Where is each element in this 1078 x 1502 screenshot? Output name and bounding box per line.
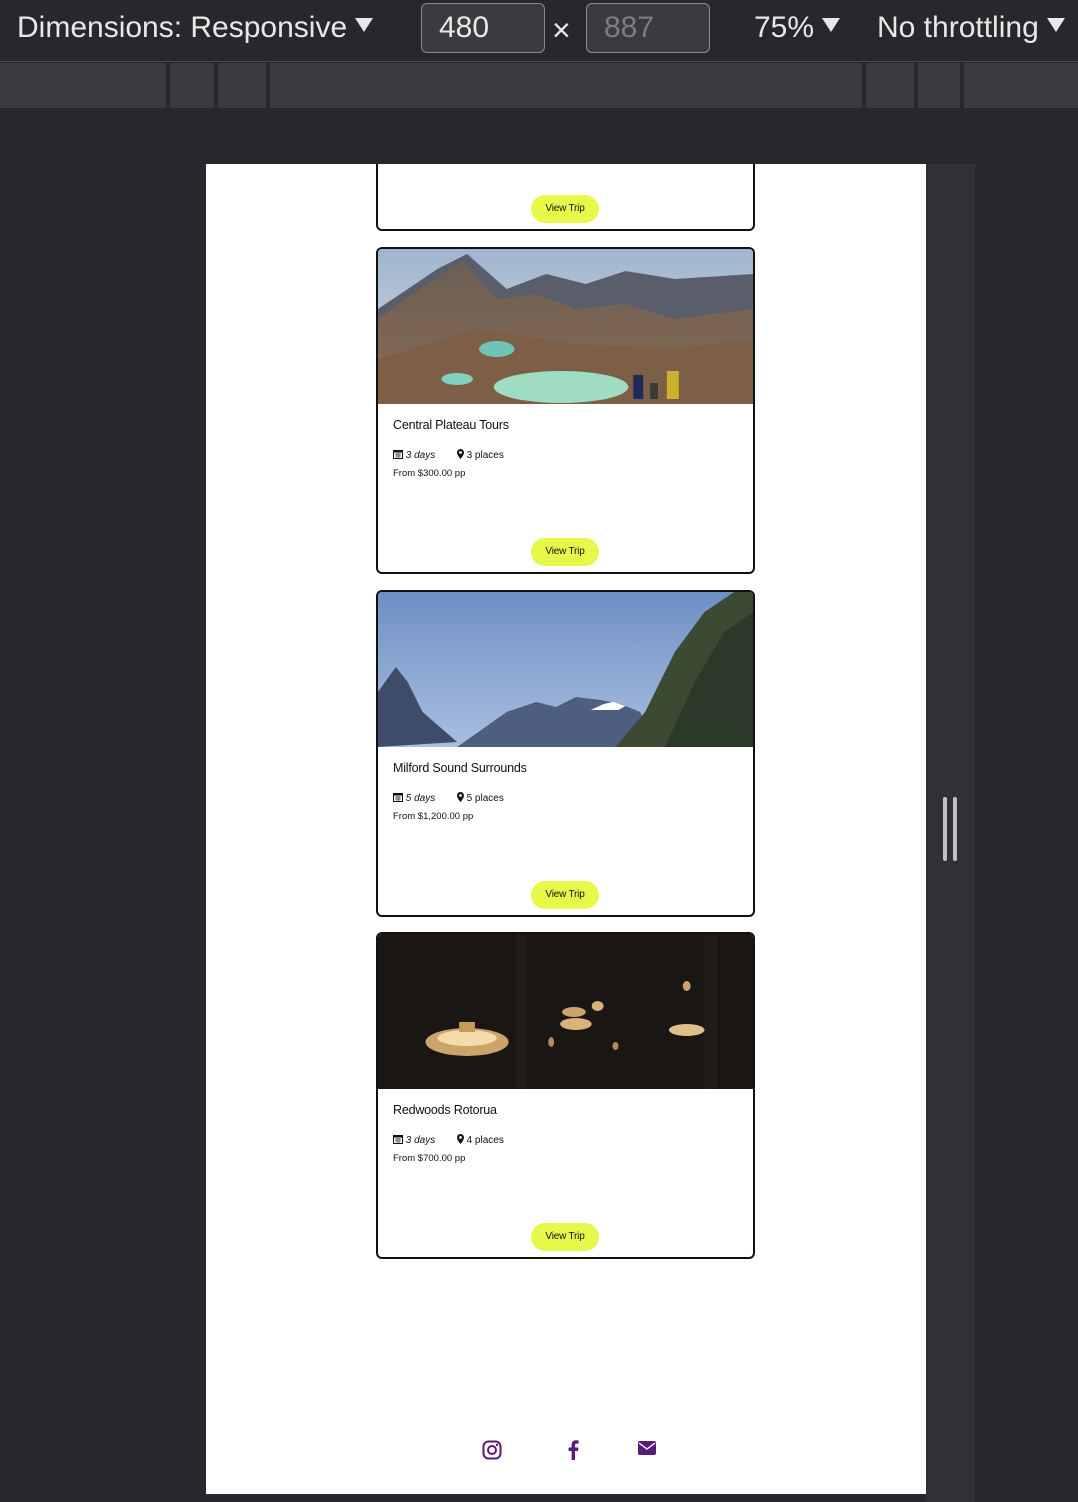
media-query-segment[interactable] (166, 63, 214, 108)
trip-card: Milford Sound Surrounds 5 days 5 places … (376, 590, 755, 917)
calendar-icon (393, 1134, 403, 1147)
trip-photo-central-plateau (378, 249, 753, 404)
envelope-icon[interactable] (638, 1440, 656, 1461)
dimensions-dropdown[interactable]: Dimensions: Responsive (17, 11, 374, 45)
zoom-label: 75% (754, 11, 815, 44)
facebook-icon[interactable] (568, 1440, 579, 1465)
media-query-segment[interactable] (266, 63, 862, 108)
zoom-dropdown[interactable]: 75% (754, 11, 841, 45)
width-input[interactable] (421, 3, 545, 53)
map-marker-icon (456, 1134, 464, 1147)
view-trip-button[interactable]: View Trip (531, 195, 599, 223)
view-trip-button[interactable]: View Trip (531, 538, 599, 566)
calendar-icon (393, 449, 403, 462)
calendar-icon (393, 792, 403, 805)
trip-days: 5 days (405, 793, 436, 804)
trip-title: Central Plateau Tours (393, 418, 509, 432)
instagram-icon[interactable] (482, 1440, 502, 1465)
media-query-bar (0, 63, 1078, 108)
trip-places: 5 places (466, 793, 504, 804)
zoom-caret-icon (822, 18, 841, 32)
trip-title: Redwoods Rotorua (393, 1103, 497, 1117)
trip-days: 3 days (405, 1135, 436, 1146)
height-input[interactable] (586, 3, 710, 53)
trip-card: Central Plateau Tours 3 days 3 places Fr… (376, 247, 755, 574)
media-query-segment[interactable] (862, 63, 914, 108)
trip-price: From $1,200.00 pp (393, 811, 474, 822)
page-viewport: View Trip Central Plateau Tours 3 days 3… (206, 164, 926, 1494)
trip-card: View Trip (376, 164, 755, 231)
trip-price: From $300.00 pp (393, 468, 466, 479)
trip-title: Milford Sound Surrounds (393, 761, 527, 775)
dimensions-label: Dimensions: Responsive (17, 11, 348, 44)
trip-places: 3 places (466, 450, 504, 461)
trip-photo-redwoods (378, 934, 753, 1089)
devtools-toolbar: Dimensions: Responsive × 75% No throttli… (0, 0, 1078, 62)
view-trip-button[interactable]: View Trip (531, 1223, 599, 1251)
throttling-dropdown[interactable]: No throttling (877, 11, 1065, 45)
media-query-segment[interactable] (214, 63, 266, 108)
map-marker-icon (456, 792, 464, 805)
resize-handle[interactable] (943, 797, 959, 861)
trip-card: Redwoods Rotorua 3 days 4 places From $7… (376, 932, 755, 1259)
trip-photo-milford-sound (378, 592, 753, 747)
trip-meta: 3 days 4 places (393, 1134, 504, 1147)
trip-price: From $700.00 pp (393, 1153, 466, 1164)
view-trip-button[interactable]: View Trip (531, 881, 599, 909)
trip-meta: 3 days 3 places (393, 449, 504, 462)
media-query-segment[interactable] (960, 63, 1078, 108)
throttling-caret-icon (1046, 18, 1065, 32)
times-separator: × (552, 12, 571, 48)
trip-days: 3 days (405, 450, 436, 461)
map-marker-icon (456, 449, 464, 462)
trip-meta: 5 days 5 places (393, 792, 504, 805)
throttling-label: No throttling (877, 11, 1039, 44)
dimensions-caret-icon (355, 18, 374, 32)
media-query-segment[interactable] (914, 63, 960, 108)
trip-places: 4 places (466, 1135, 504, 1146)
